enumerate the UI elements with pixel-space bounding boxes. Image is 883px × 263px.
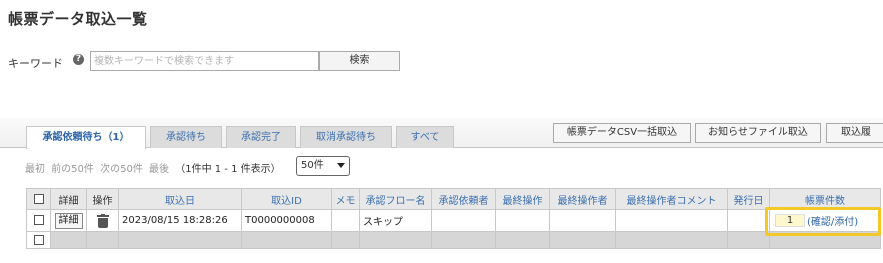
per-page-select[interactable]: 50件: [296, 156, 350, 176]
header-last-operator[interactable]: 最終操作者: [549, 188, 616, 210]
header-select-all: [26, 188, 51, 210]
import-id-cell: T0000000008: [241, 209, 332, 232]
import-date-cell: 2023/08/15 18:28:26: [118, 209, 242, 232]
notice-file-import-button[interactable]: お知らせファイル取込: [695, 123, 821, 143]
last-action-cell: [495, 209, 550, 232]
detail-cell: 詳細: [50, 209, 87, 232]
help-icon[interactable]: ?: [73, 54, 84, 65]
issue-date-cell: [727, 209, 770, 232]
table-row-empty: [26, 231, 881, 249]
header-import-date[interactable]: 取込日: [118, 188, 242, 210]
tab-cancel-pending[interactable]: 取消承認待ち: [300, 126, 392, 148]
tab-all[interactable]: すべて: [396, 126, 454, 148]
per-page-value: 50件: [301, 160, 324, 171]
header-last-action[interactable]: 最終操作: [495, 188, 550, 210]
flow-name-cell: スキップ: [359, 209, 432, 232]
last-comment-cell: [615, 209, 728, 232]
keyword-label: キーワード: [8, 57, 63, 70]
header-flow-name[interactable]: 承認フロー名: [359, 188, 432, 210]
confirm-attach-link[interactable]: (確認/添付): [807, 213, 858, 228]
header-requester[interactable]: 承認依頼者: [431, 188, 496, 210]
row-checkbox[interactable]: [33, 234, 44, 245]
chevron-down-icon: [337, 163, 345, 168]
import-history-button[interactable]: 取込履: [826, 123, 883, 143]
search-button[interactable]: 検索: [319, 51, 400, 71]
pager-info: （1件中 1 - 1 件表示）: [175, 164, 281, 175]
header-detail: 詳細: [50, 188, 87, 210]
detail-button[interactable]: 詳細: [54, 212, 83, 229]
header-import-id[interactable]: 取込ID: [241, 188, 332, 210]
action-cell: [86, 209, 119, 232]
pager: 最初 前の50件 次の50件 最後 （1件中 1 - 1 件表示）: [25, 160, 284, 175]
tab-awaiting-approval[interactable]: 承認待ち: [150, 126, 222, 148]
page-title: 帳票データ取込一覧: [8, 10, 148, 28]
pager-prev-link[interactable]: 前の50件: [51, 164, 94, 175]
select-all-checkbox[interactable]: [33, 193, 44, 204]
row-checkbox[interactable]: [33, 215, 44, 225]
last-operator-cell: [549, 209, 616, 232]
header-issue-date[interactable]: 発行日: [727, 188, 770, 210]
csv-bulk-import-button[interactable]: 帳票データCSV一括取込: [553, 123, 691, 143]
empty-row-checkbox-cell: [26, 231, 51, 249]
table-header-row: 詳細 操作 取込日 取込ID メモ 承認フロー名 承認依頼者 最終操作 最終操作…: [26, 188, 881, 210]
keyword-search-input[interactable]: [90, 51, 319, 71]
tab-pending-request[interactable]: 承認依頼待ち（1）: [26, 126, 146, 149]
table-row: 詳細 2023/08/15 18:28:26 T0000000008 スキップ: [26, 209, 881, 232]
pager-last-link[interactable]: 最後: [149, 164, 169, 175]
requester-cell: [431, 209, 496, 232]
form-count-value: 1: [775, 214, 805, 227]
header-last-comment[interactable]: 最終操作者コメント: [615, 188, 728, 210]
header-action: 操作: [86, 188, 119, 210]
tab-approved[interactable]: 承認完了: [226, 126, 296, 148]
pager-next-link[interactable]: 次の50件: [100, 164, 143, 175]
header-memo[interactable]: メモ: [331, 188, 360, 210]
memo-cell: [331, 209, 360, 232]
row-checkbox-cell: [26, 209, 51, 232]
import-table: 詳細 操作 取込日 取込ID メモ 承認フロー名 承認依頼者 最終操作 最終操作…: [26, 188, 881, 249]
trash-icon[interactable]: [96, 213, 109, 228]
pager-first-link[interactable]: 最初: [25, 164, 45, 175]
